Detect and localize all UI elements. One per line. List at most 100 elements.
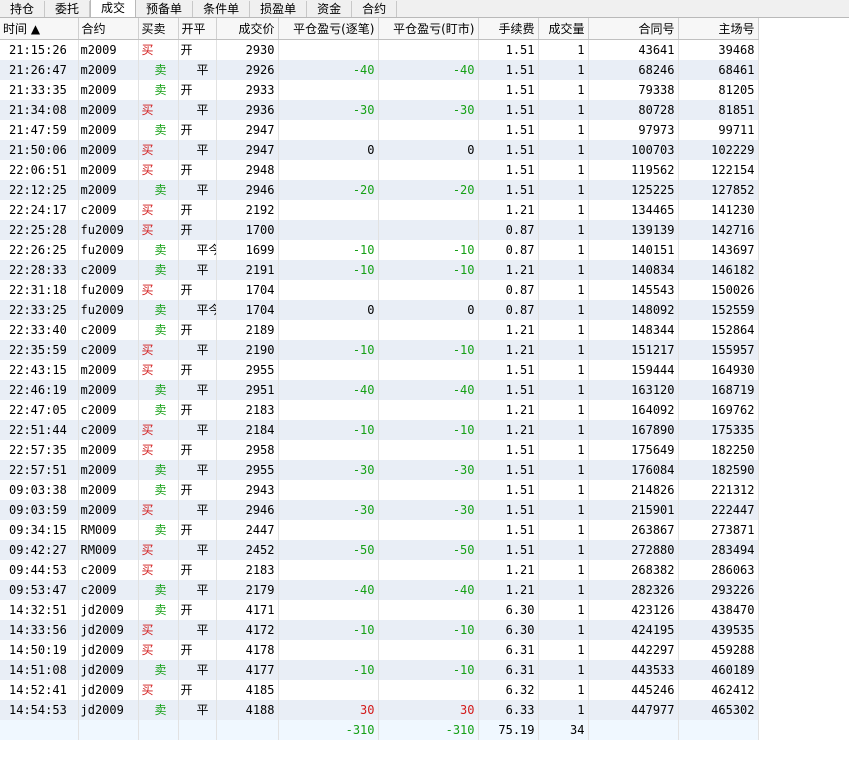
cell-side: 卖 [138, 320, 179, 340]
cell-exchange-id: 81205 [678, 80, 759, 100]
table-row[interactable]: 21:34:08 m2009 买平 2936 -30 -30 1.51 1 80728 81851 [0, 100, 759, 120]
col-order-id-header[interactable]: 合同号 [588, 18, 679, 40]
col-exchange-id-header[interactable]: 主场号 [678, 18, 759, 40]
cell-pnl-mark [378, 320, 479, 340]
col-pnl-mark-header[interactable]: 平仓盈亏(盯市) [378, 18, 479, 40]
cell-order-id: 215901 [588, 500, 679, 520]
cell-volume: 1 [538, 220, 589, 240]
col-openclose-header[interactable]: 开平 [178, 18, 217, 40]
cell-contract: m2009 [78, 460, 139, 480]
cell-price: 4185 [216, 680, 279, 700]
table-row[interactable]: 22:28:33 c2009 卖平 2191 -10 -10 1.21 1 140834 1461… [0, 260, 759, 280]
cell-pnl-mark: -10 [378, 660, 479, 680]
cell-exchange-id: 182590 [678, 460, 759, 480]
cell-contract: c2009 [78, 420, 139, 440]
table-row[interactable]: 09:03:59 m2009 买平 2946 -30 -30 1.51 1 215901 2224… [0, 500, 759, 520]
cell-volume: 1 [538, 80, 589, 100]
cell-order-id: 140834 [588, 260, 679, 280]
cell-pnl-mark [378, 220, 479, 240]
cell-volume: 1 [538, 600, 589, 620]
cell-fee: 1.51 [478, 500, 539, 520]
cell-contract: RM009 [78, 520, 139, 540]
table-row[interactable]: 22:24:17 c2009 买开 2192 1.21 1 134465 141230 [0, 200, 759, 220]
tab-orders[interactable]: 委托 [45, 1, 91, 17]
table-row[interactable]: 09:03:38 m2009 卖开 2943 1.51 1 214826 221312 [0, 480, 759, 500]
table-row[interactable]: 22:25:28 fu2009 买开 1700 0.87 1 139139 142716 [0, 220, 759, 240]
table-row[interactable]: 22:33:25fu2009卖平今1704000.871148092152559 [0, 300, 759, 320]
tab-contracts[interactable]: 合约 [352, 1, 398, 17]
col-volume-header[interactable]: 成交量 [538, 18, 589, 40]
table-row[interactable]: 22:57:51 m2009 卖平 2955 -30 -30 1.51 1 176084 1825… [0, 460, 759, 480]
cell-side: 卖 [138, 80, 179, 100]
cell-openclose: 开 [178, 320, 217, 340]
table-row[interactable]: 22:31:18 fu2009 买开 1704 0.87 1 145543 150026 [0, 280, 759, 300]
cell-time: 09:03:38 [0, 480, 79, 500]
cell-time: 21:34:08 [0, 100, 79, 120]
cell-side: 买 [138, 140, 179, 160]
table-row[interactable]: 14:52:41 jd2009 买开 4185 6.32 1 445246 462412 [0, 680, 759, 700]
cell-contract: m2009 [78, 39, 139, 60]
cell-openclose: 平 [178, 380, 217, 400]
col-contract-header[interactable]: 合约 [78, 18, 139, 40]
cell-exchange-id: 286063 [678, 560, 759, 580]
total-empty-cell [78, 720, 139, 740]
cell-exchange-id: 465302 [678, 700, 759, 720]
table-row[interactable]: 22:43:15 m2009 买开 2955 1.51 1 159444 164930 [0, 360, 759, 380]
cell-exchange-id: 141230 [678, 200, 759, 220]
table-row[interactable]: 22:26:25fu2009卖平今1699-10-100.87114015114… [0, 240, 759, 260]
table-row[interactable]: 09:44:53 c2009 买开 2183 1.21 1 268382 286063 [0, 560, 759, 580]
table-row[interactable]: 14:50:19 jd2009 买开 4178 6.31 1 442297 459288 [0, 640, 759, 660]
table-row[interactable]: 22:06:51 m2009 买开 2948 1.51 1 119562 122154 [0, 160, 759, 180]
col-pnl-trade-header[interactable]: 平仓盈亏(逐笔) [278, 18, 379, 40]
col-time-header[interactable]: 时间 ▲ [0, 18, 79, 40]
table-row[interactable]: 22:51:44 c2009 买平 2184 -10 -10 1.21 1 167890 1753… [0, 420, 759, 440]
cell-contract: fu2009 [78, 240, 139, 260]
cell-exchange-id: 122154 [678, 160, 759, 180]
cell-side: 卖 [138, 660, 179, 680]
table-row[interactable]: 22:46:19 m2009 卖平 2951 -40 -40 1.51 1 163120 1687… [0, 380, 759, 400]
cell-order-id: 176084 [588, 460, 679, 480]
cell-volume: 1 [538, 320, 589, 340]
cell-order-id: 100703 [588, 140, 679, 160]
cell-pnl-mark: -50 [378, 540, 479, 560]
cell-exchange-id: 459288 [678, 640, 759, 660]
table-row[interactable]: 14:54:53 jd2009 卖平 4188 30 30 6.33 1 447977 46530… [0, 700, 759, 720]
table-row[interactable]: 21:26:47 m2009 卖平 2926 -40 -40 1.51 1 68246 68461 [0, 60, 759, 80]
cell-side: 买 [138, 100, 179, 120]
cell-pnl-mark: 30 [378, 700, 479, 720]
table-row[interactable]: 22:57:35 m2009 买开 2958 1.51 1 175649 182250 [0, 440, 759, 460]
table-row[interactable]: 09:53:47 c2009 卖平 2179 -40 -40 1.21 1 282326 2932… [0, 580, 759, 600]
table-row[interactable]: 22:12:25 m2009 卖平 2946 -20 -20 1.51 1 125225 1278… [0, 180, 759, 200]
cell-side: 买 [138, 39, 179, 60]
trades-grid: 时间 ▲ 合约 买卖 开平 成交价 平仓盈亏(逐笔) 平仓盈亏(盯市) 手续费 成交量 合同号 主场… [0, 18, 849, 740]
tab-conditional[interactable]: 条件单 [193, 1, 251, 17]
col-side-header[interactable]: 买卖 [138, 18, 179, 40]
table-row[interactable]: 09:34:15 RM009 卖开 2447 1.51 1 263867 273871 [0, 520, 759, 540]
table-row[interactable]: 22:47:05 c2009 卖开 2183 1.21 1 164092 169762 [0, 400, 759, 420]
cell-fee: 0.87 [478, 220, 539, 240]
table-row[interactable]: 14:51:08 jd2009 卖平 4177 -10 -10 6.31 1 443533 460… [0, 660, 759, 680]
tab-prepared[interactable]: 预备单 [136, 1, 194, 17]
table-row[interactable]: 14:33:56 jd2009 买平 4172 -10 -10 6.30 1 424195 439… [0, 620, 759, 640]
cell-order-id: 80728 [588, 100, 679, 120]
table-row[interactable]: 21:47:59 m2009 卖开 2947 1.51 1 97973 99711 [0, 120, 759, 140]
col-fee-header[interactable]: 手续费 [478, 18, 539, 40]
tab-trades[interactable]: 成交 [90, 0, 137, 17]
table-row[interactable]: 09:42:27 RM009 买平 2452 -50 -50 1.51 1 272880 2834… [0, 540, 759, 560]
table-row[interactable]: 21:15:26 m2009 买开 2930 1.51 1 43641 39468 [0, 39, 759, 60]
cell-openclose: 开 [178, 520, 217, 540]
tab-positions[interactable]: 持仓 [0, 1, 46, 17]
table-row[interactable]: 22:33:40 c2009 卖开 2189 1.21 1 148344 152864 [0, 320, 759, 340]
cell-contract: m2009 [78, 160, 139, 180]
cell-order-id: 424195 [588, 620, 679, 640]
col-price-header[interactable]: 成交价 [216, 18, 279, 40]
table-row[interactable]: 14:32:51 jd2009 卖开 4171 6.30 1 423126 438470 [0, 600, 759, 620]
cell-openclose: 平 [178, 580, 217, 600]
table-row[interactable]: 22:35:59 c2009 买平 2190 -10 -10 1.21 1 151217 1559… [0, 340, 759, 360]
tab-funds[interactable]: 资金 [307, 1, 353, 17]
table-row[interactable]: 21:50:06 m2009 买平 2947 0 0 1.51 1 100703 102229 [0, 140, 759, 160]
tab-stoploss[interactable]: 损盈单 [250, 1, 308, 17]
cell-exchange-id: 142716 [678, 220, 759, 240]
cell-exchange-id: 175335 [678, 420, 759, 440]
table-row[interactable]: 21:33:35 m2009 卖开 2933 1.51 1 79338 81205 [0, 80, 759, 100]
